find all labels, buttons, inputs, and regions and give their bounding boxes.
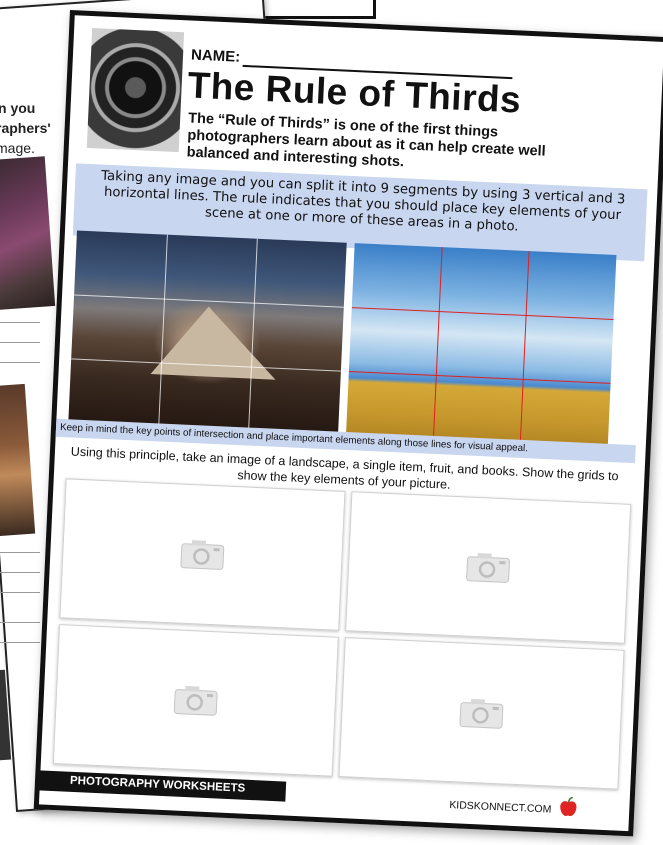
mountain-peak [150,304,279,380]
camera-lens-photo [86,28,185,153]
back-sheet-answer-line [0,552,40,553]
grid-line-vertical [433,247,443,439]
back-sheet-answer-line [0,622,40,623]
site-name[interactable]: KIDSKONNECT.COM [449,799,552,816]
mountain-photo [68,230,347,435]
photo-upload-box-2[interactable] [345,491,632,644]
worksheet-page: NAME: The Rule of Thirds The “Rule of Th… [33,10,663,837]
back-sheet-answer-line [0,362,40,363]
photo-upload-box-1[interactable] [59,478,346,631]
wheat-field-photo [346,243,617,447]
back-sheet-answer-line [0,322,40,323]
camera-icon [172,683,219,717]
apple-logo-icon [557,796,580,819]
photo-upload-box-3[interactable] [52,624,339,777]
footer-label: PHOTOGRAPHY WORKSHEETS [69,774,246,795]
back-sheet-text-line-2: raphers' [0,120,51,136]
back-sheet-text-line-3: mage. [0,140,35,156]
intro-text: The “Rule of Thirds” is one of the first… [186,110,547,171]
grid-line-horizontal [351,307,614,320]
back-sheet-text-line-1: n you [0,100,36,116]
back-sheet-answer-line [0,642,40,643]
name-label: NAME: [190,46,241,66]
back-sheet-answer-line [0,592,40,593]
back-sheet-answer-line [0,572,40,573]
camera-icon [458,696,505,730]
grid-line-horizontal [348,370,611,384]
grid-line-vertical [520,251,531,443]
footer-bar: PHOTOGRAPHY WORKSHEETS [35,770,287,802]
photo-upload-box-4[interactable] [338,637,625,790]
explanation-text: Taking any image and you can split it in… [100,168,626,235]
camera-icon [464,551,511,585]
back-sheet-answer-line [0,342,40,343]
camera-icon [179,538,226,572]
